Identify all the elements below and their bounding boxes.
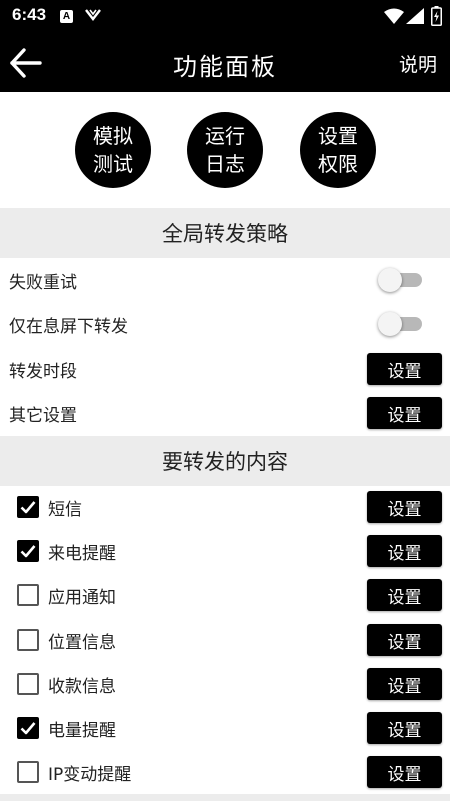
content-item-ip-change: IP变动提醒 设置	[0, 750, 450, 794]
content-item-location: 位置信息 设置	[0, 618, 450, 662]
call-checkbox[interactable]	[17, 540, 39, 562]
circle-label-line2: 测试	[93, 152, 133, 176]
check-icon	[20, 545, 36, 558]
sms-checkbox[interactable]	[17, 496, 39, 518]
battery-settings-button[interactable]: 设置	[367, 712, 442, 744]
row-other-settings: 其它设置 设置	[0, 391, 450, 435]
check-icon	[20, 722, 36, 735]
content-item-call: 来电提醒 设置	[0, 529, 450, 573]
signal-icon	[406, 8, 424, 24]
section-header-global-strategy: 全局转发策略	[0, 208, 450, 258]
wifi-icon	[384, 8, 404, 24]
ip-change-settings-button[interactable]: 设置	[367, 756, 442, 788]
location-settings-button[interactable]: 设置	[367, 624, 442, 656]
row-screen-off-only: 仅在息屏下转发	[0, 302, 450, 346]
permission-settings-button[interactable]: 设置 权限	[300, 112, 376, 188]
payment-checkbox[interactable]	[17, 673, 39, 695]
toggle-knob	[378, 312, 402, 336]
app-notification-checkbox[interactable]	[17, 584, 39, 606]
app-bar: 功能面板 说明	[0, 34, 450, 92]
run-log-button[interactable]: 运行 日志	[187, 112, 263, 188]
row-label: 仅在息屏下转发	[9, 317, 128, 337]
content-item-battery: 电量提醒 设置	[0, 706, 450, 750]
sms-settings-button[interactable]: 设置	[367, 491, 442, 523]
circle-label-line1: 设置	[318, 124, 358, 148]
item-label: 电量提醒	[48, 721, 116, 741]
other-settings-button[interactable]: 设置	[367, 397, 442, 429]
page-title: 功能面板	[173, 53, 277, 81]
row-label: 转发时段	[9, 362, 77, 382]
help-button[interactable]: 说明	[399, 50, 437, 77]
item-label: 位置信息	[48, 633, 116, 653]
ip-change-checkbox[interactable]	[17, 761, 39, 783]
row-label: 其它设置	[9, 406, 77, 426]
screen-off-toggle[interactable]	[378, 312, 424, 336]
toggle-knob	[378, 268, 402, 292]
item-label: 收款信息	[48, 677, 116, 697]
battery-icon	[431, 6, 442, 26]
circle-label-line1: 运行	[205, 124, 245, 148]
quick-actions: 模拟测试 运行日志 设置权限	[0, 112, 450, 192]
retry-toggle[interactable]	[378, 268, 424, 292]
item-label: 应用通知	[48, 588, 116, 608]
row-retry-on-failure: 失败重试	[0, 258, 450, 302]
status-bar: 6:43 A	[0, 0, 450, 34]
time-period-settings-button[interactable]: 设置	[367, 353, 442, 385]
app-notification-settings-button[interactable]: 设置	[367, 579, 442, 611]
payment-settings-button[interactable]: 设置	[367, 668, 442, 700]
a-notification-icon: A	[60, 10, 73, 23]
battery-checkbox[interactable]	[17, 717, 39, 739]
circle-label-line2: 日志	[205, 152, 245, 176]
row-forward-time-period: 转发时段 设置	[0, 347, 450, 391]
circle-label-line1: 模拟	[93, 124, 133, 148]
item-label: 短信	[48, 500, 82, 520]
content-item-payment: 收款信息 设置	[0, 662, 450, 706]
call-settings-button[interactable]: 设置	[367, 535, 442, 567]
arrow-left-icon[interactable]	[8, 46, 44, 80]
content-item-sms: 短信 设置	[0, 485, 450, 529]
item-label: 来电提醒	[48, 544, 116, 564]
content-item-app-notification: 应用通知 设置	[0, 573, 450, 617]
status-time: 6:43	[12, 5, 47, 24]
v-notification-icon	[85, 9, 101, 21]
section-header-content: 要转发的内容	[0, 436, 450, 486]
item-label: IP变动提醒	[48, 765, 132, 785]
circle-label-line2: 权限	[318, 152, 358, 176]
row-label: 失败重试	[9, 273, 77, 293]
section-divider	[0, 794, 450, 801]
check-icon	[20, 501, 36, 514]
simulate-test-button[interactable]: 模拟 测试	[75, 112, 151, 188]
location-checkbox[interactable]	[17, 629, 39, 651]
